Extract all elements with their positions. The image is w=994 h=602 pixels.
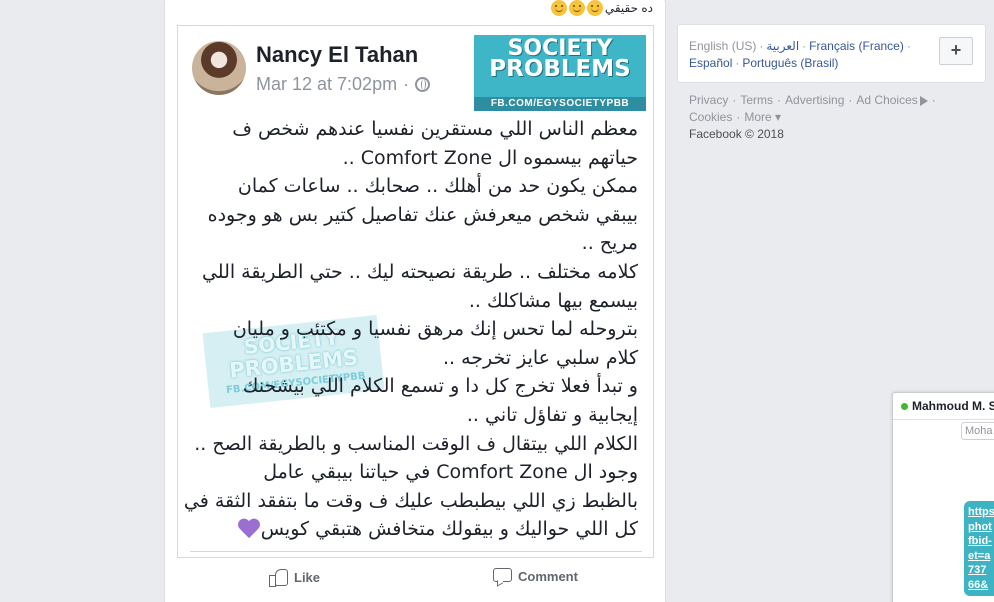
globe-icon[interactable] [415, 77, 431, 92]
chat-window[interactable]: Mahmoud M. So Moha https phot fbid- et=a… [892, 392, 994, 602]
chat-link-line[interactable]: phot [968, 520, 994, 535]
language-link-arabic[interactable]: العربية [766, 39, 799, 53]
language-link-portuguese[interactable]: Português (Brasil) [742, 56, 838, 70]
comment-icon [493, 568, 512, 584]
separator: · [732, 93, 737, 107]
post-line: معظم الناس اللي مستقرين نفسيا عندهم شخص … [232, 118, 638, 140]
logo-line-2: PROBLEMS [489, 56, 631, 82]
post-line: مريح .. [581, 232, 638, 255]
post-body: معظم الناس اللي مستقرين نفسيا عندهم شخص … [183, 115, 638, 544]
post-line: وجود ال Comfort Zone في حياتنا بيبقي عام… [263, 461, 638, 484]
separator: · [906, 39, 911, 53]
post-line-text: كل اللي حواليك و بيقولك متخافش هتبقي كوي… [260, 518, 638, 541]
post-line: كلام سلبي عايز تخرجه .. [442, 346, 638, 369]
footer-link-ad-choices[interactable]: Ad Choices [856, 93, 928, 107]
footer-link-advertising[interactable]: Advertising [785, 93, 844, 107]
footer-links: Privacy · Terms · Advertising · Ad Choices · Coo… [689, 92, 969, 143]
like-label: Like [294, 569, 321, 585]
chat-link-line[interactable]: https [968, 505, 994, 520]
language-current: English (US) [689, 39, 757, 53]
timestamp-separator: · [403, 74, 410, 94]
like-button[interactable]: Like [269, 568, 321, 587]
chat-link-line[interactable]: 737 [968, 563, 994, 578]
language-link-spanish[interactable]: Español [689, 56, 732, 70]
post-line: إيجابية و تفاؤل تاني .. [466, 403, 638, 426]
chat-contact-name[interactable]: Mahmoud M. So [912, 399, 994, 413]
post-line: و تبدأ فعلا تخرج كل دا و تسمع الكلام الل… [242, 375, 638, 398]
more-caret-icon[interactable]: ▾ [772, 110, 781, 124]
footer-link-cookies[interactable]: Cookies [689, 110, 732, 124]
post-line: حياتهم بيسموه ال Comfort Zone .. [342, 146, 638, 169]
separator: · [931, 93, 936, 107]
smile-emoji-icon [586, 0, 603, 16]
smile-emoji-icon [568, 0, 585, 16]
ad-choices-label: Ad Choices [856, 93, 918, 107]
post-line: ممكن يكون حد من أهلك .. صحابك .. ساعات ك… [237, 175, 638, 198]
caption-text: ده حقيقي [604, 1, 653, 15]
frame-divider [190, 551, 642, 552]
author-name[interactable]: Nancy El Tahan [256, 42, 418, 68]
comment-label: Comment [518, 568, 578, 584]
post-line: بيبقي شخص ميعرفش عنك تفاصيل كتير بس هو و… [207, 203, 638, 226]
post-actions: Like Comment [165, 562, 665, 596]
post-timestamp: Mar 12 at 7:02pm · [256, 74, 431, 95]
comment-button[interactable]: Comment [493, 568, 578, 584]
post-line-last: كل اللي حواليك و بيقولك متخافش هتبقي كوي… [186, 515, 638, 544]
separator: · [848, 93, 853, 107]
language-link-french[interactable]: Français (France) [809, 39, 904, 53]
copyright: Facebook © 2018 [689, 127, 784, 141]
footer-link-more[interactable]: More [744, 110, 771, 124]
footer-link-privacy[interactable]: Privacy [689, 93, 728, 107]
page-logo: SOCIETY PROBLEMS [474, 35, 646, 97]
post-line: بتروحله لما تحس إنك مرهق نفسيا و مكتئب و… [232, 318, 638, 341]
post-caption: ده حقيقي [550, 0, 653, 16]
logo-url: FB.COM/EGYSOCIETYPBB [474, 97, 646, 111]
online-status-icon [901, 403, 908, 411]
post-line: الكلام اللي بيتقال ف الوقت المناسب و بال… [194, 432, 638, 455]
chat-header[interactable]: Mahmoud M. So [893, 393, 994, 420]
timestamp-text[interactable]: Mar 12 at 7:02pm [256, 74, 397, 95]
chat-link-line[interactable]: 66& [968, 578, 994, 593]
author-avatar[interactable] [192, 41, 246, 95]
post-line: بيسمع بيها مشاكلك .. [468, 289, 638, 312]
separator: · [802, 39, 807, 53]
separator: · [777, 93, 782, 107]
thumbs-up-icon [269, 568, 288, 587]
language-list: English (US) · العربية · Français (France) · E… [689, 38, 929, 72]
chat-link-line[interactable]: fbid- [968, 534, 994, 549]
language-selector: English (US) · العربية · Français (France) · E… [677, 24, 986, 83]
post-line: بالظبط زي اللي بيطبطب عليك ف وقت ما بتفق… [183, 489, 638, 512]
post-card: ده حقيقي Nancy El Tahan Mar 12 at 7:02pm… [164, 0, 666, 602]
more-languages-button[interactable]: + [939, 37, 973, 65]
chat-link-line[interactable]: et=a [968, 549, 994, 564]
post-line: كلامه مختلف .. طريقة نصيحته ليك .. حتي ا… [201, 260, 638, 283]
chat-name-chip[interactable]: Moha [961, 422, 994, 440]
purple-heart-icon [237, 519, 261, 541]
separator: · [736, 110, 741, 124]
separator: · [759, 39, 764, 53]
shared-post-image[interactable]: Nancy El Tahan Mar 12 at 7:02pm · SOCIET… [177, 25, 654, 558]
footer-link-terms[interactable]: Terms [740, 93, 773, 107]
smile-emoji-icon [550, 0, 567, 16]
separator: · [735, 56, 740, 70]
ad-choices-icon [919, 95, 928, 106]
chat-message-bubble[interactable]: https phot fbid- et=a 737 66& [964, 501, 994, 596]
